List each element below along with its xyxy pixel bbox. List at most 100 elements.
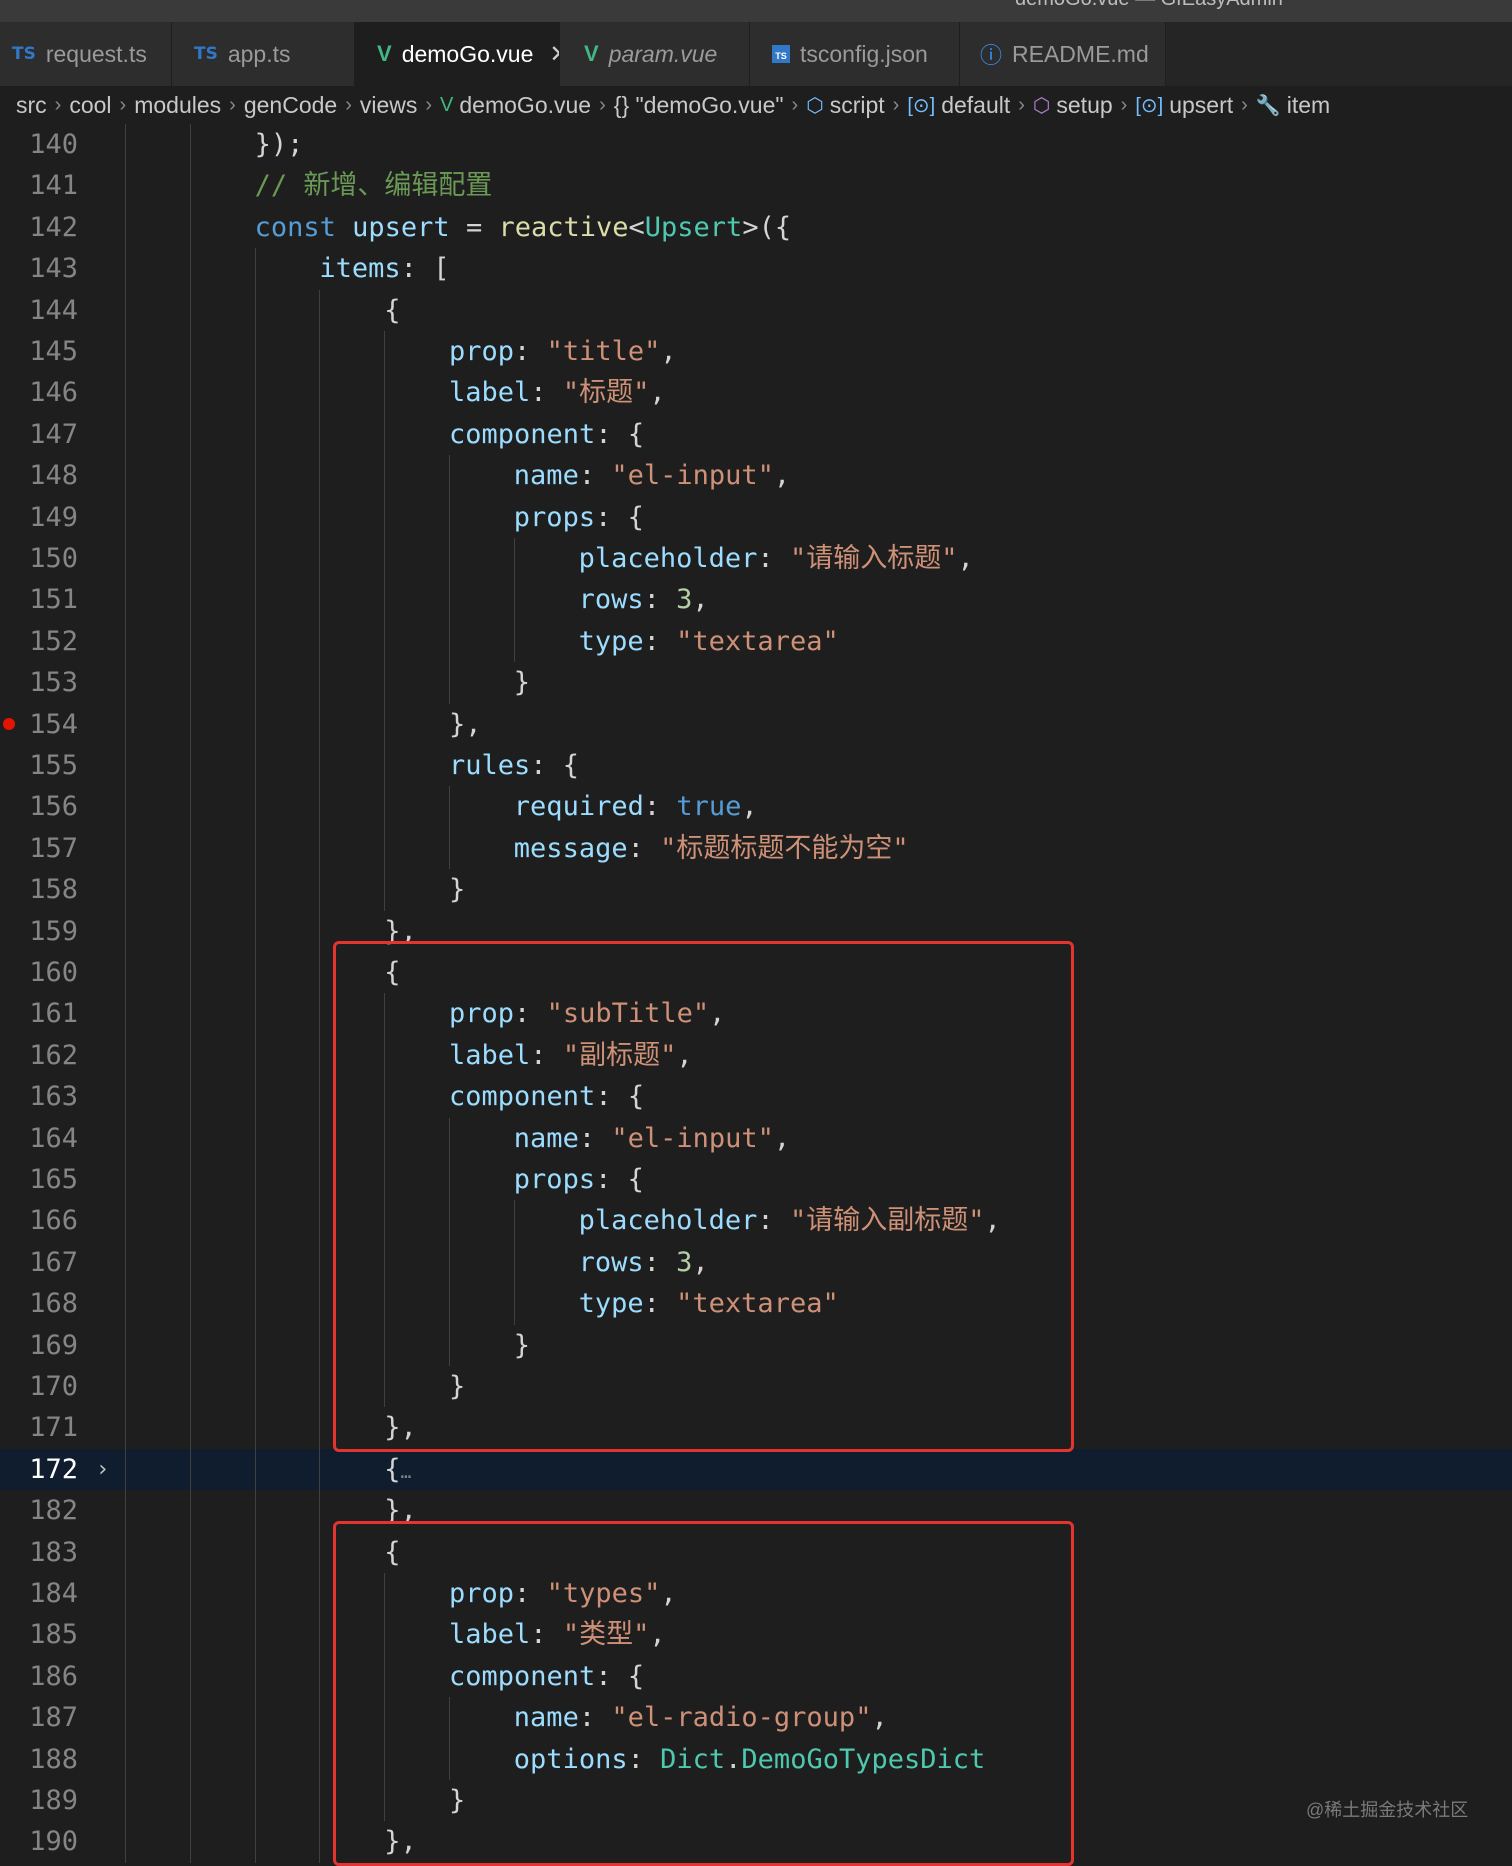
indent-guide (189, 1821, 191, 1863)
line-number: 148 (29, 460, 78, 492)
tab-tsconfig-json[interactable]: TS tsconfig.json (750, 22, 960, 86)
code-line[interactable]: 156 required: true, (0, 786, 1512, 828)
line-number: 140 (29, 129, 78, 160)
code-line[interactable]: 140}); (0, 124, 1512, 166)
breadcrumb-item-file[interactable]: VdemoGo.vue (440, 92, 591, 119)
breadcrumb-item-cool[interactable]: cool (69, 92, 111, 119)
code-line[interactable]: 158} (0, 869, 1512, 911)
indent-guide (319, 1283, 321, 1325)
indent-guide (125, 1780, 126, 1822)
breadcrumb-item-views[interactable]: views (360, 92, 418, 119)
breadcrumb-item-default[interactable]: [⊙] default (907, 92, 1010, 119)
code-line[interactable]: 153} (0, 662, 1512, 704)
code-line[interactable]: 152 type: "textarea" (0, 620, 1512, 663)
code-editor[interactable]: 140}); 141 // 新增、编辑配置 142 const upsert = rea… (0, 124, 1512, 1866)
code-line[interactable]: 146 label: "标题", (0, 372, 1512, 414)
indent-guide (319, 786, 321, 828)
chevron-right-icon: › (425, 93, 433, 116)
indent-guide (319, 1448, 321, 1491)
line-number: 167 (29, 1246, 78, 1278)
indent-guide (189, 952, 191, 994)
tab-readme-md[interactable]: ⓘ README.md (960, 22, 1166, 86)
code-text: message: "标题标题不能为空" (513, 832, 909, 864)
code-line[interactable]: 154}, (0, 703, 1512, 745)
line-number: 163 (29, 1081, 78, 1113)
wrench-icon: 🔧 (1255, 94, 1281, 117)
line-number: 144 (29, 294, 78, 326)
indent-guide (319, 1614, 321, 1656)
indent-guide (189, 745, 191, 787)
indent-guide (254, 703, 256, 745)
indent-guide (125, 869, 126, 911)
highlight-box (333, 1520, 1074, 1866)
tab-label: demoGo.vue (401, 40, 534, 67)
indent-guide (319, 289, 321, 331)
indent-guide (384, 372, 386, 414)
line-number: 187 (29, 1702, 78, 1734)
code-line[interactable]: 143 items: [ (0, 248, 1512, 290)
breadcrumb-item-upsert[interactable]: [⊙] upsert (1135, 92, 1233, 119)
breadcrumb-item-src[interactable]: src (16, 92, 47, 119)
indent-guide (319, 1490, 321, 1532)
indent-guide (189, 1034, 191, 1077)
code-line[interactable]: 157 message: "标题标题不能为空" (0, 827, 1512, 870)
indent-guide (319, 413, 321, 456)
indent-guide (125, 1614, 126, 1656)
indent-guide (384, 331, 386, 373)
breadcrumb-item-modules[interactable]: modules (134, 92, 221, 119)
tab-param-vue[interactable]: V param.vue (560, 22, 750, 86)
code-text: } (513, 667, 531, 699)
code-line[interactable]: 147 component: { (0, 413, 1512, 456)
indent-guide (125, 372, 126, 414)
code-line[interactable]: 172 › {… (0, 1448, 1512, 1491)
breadcrumb-item-module[interactable]: {} "demoGo.vue" (614, 92, 784, 119)
code-line[interactable]: 144 { (0, 289, 1512, 331)
line-number: 188 (29, 1743, 78, 1775)
code-line[interactable]: 149 props: { (0, 496, 1512, 538)
indent-guide (189, 1614, 191, 1656)
breadcrumb-item-gencode[interactable]: genCode (244, 92, 337, 119)
indent-guide (189, 372, 191, 414)
code-line[interactable]: 155 rules: { (0, 745, 1512, 787)
indent-guide (254, 662, 256, 704)
line-number: 183 (29, 1536, 78, 1568)
indent-guide (189, 331, 191, 373)
breadcrumb-item-setup[interactable]: ⬡ setup (1033, 92, 1113, 119)
indent-guide (254, 372, 256, 414)
line-number: 154 (29, 708, 78, 740)
indent-guide (319, 1407, 321, 1449)
indent-guide (125, 206, 126, 249)
code-line[interactable]: 151 rows: 3, (0, 579, 1512, 621)
indent-guide (449, 579, 450, 621)
indent-guide (125, 1283, 126, 1325)
indent-guide (319, 1821, 321, 1863)
ts-icon: TS (12, 44, 36, 64)
breadcrumb-item-item[interactable]: 🔧 item (1256, 92, 1330, 119)
tab-app-ts[interactable]: TS app.ts (172, 22, 355, 86)
indent-guide (125, 1366, 126, 1408)
fold-chevron-icon[interactable]: › (96, 1449, 109, 1490)
indent-guide (384, 496, 386, 538)
chevron-right-icon: › (119, 93, 127, 116)
code-text: component: { (449, 418, 645, 450)
code-line[interactable]: 142 const upsert = reactive<Upsert>({ (0, 206, 1512, 249)
chevron-right-icon: › (892, 93, 900, 116)
tab-demogo-vue[interactable]: V demoGo.vue ✕ (355, 22, 560, 86)
indent-guide (189, 1241, 191, 1284)
code-line[interactable]: 141 // 新增、编辑配置 (0, 165, 1512, 207)
indent-guide (125, 1821, 126, 1863)
indent-guide (125, 1697, 126, 1739)
code-line[interactable]: 150 placeholder: "请输入标题", (0, 538, 1512, 580)
indent-guide (254, 1366, 256, 1408)
indent-guide (125, 1117, 126, 1159)
tab-request-ts[interactable]: TS request.ts (0, 22, 172, 86)
code-line[interactable]: 148 name: "el-input", (0, 455, 1512, 497)
code-line[interactable]: 145 prop: "title", (0, 331, 1512, 373)
breadcrumb-item-script[interactable]: ⬡ script (806, 92, 884, 119)
code-text: rows: 3, (578, 584, 709, 616)
close-icon[interactable]: ✕ (549, 40, 559, 69)
code-text: { (384, 294, 401, 326)
indent-guide (254, 455, 256, 497)
indent-guide (189, 1324, 191, 1366)
tsconfig-icon: TS (772, 45, 790, 63)
